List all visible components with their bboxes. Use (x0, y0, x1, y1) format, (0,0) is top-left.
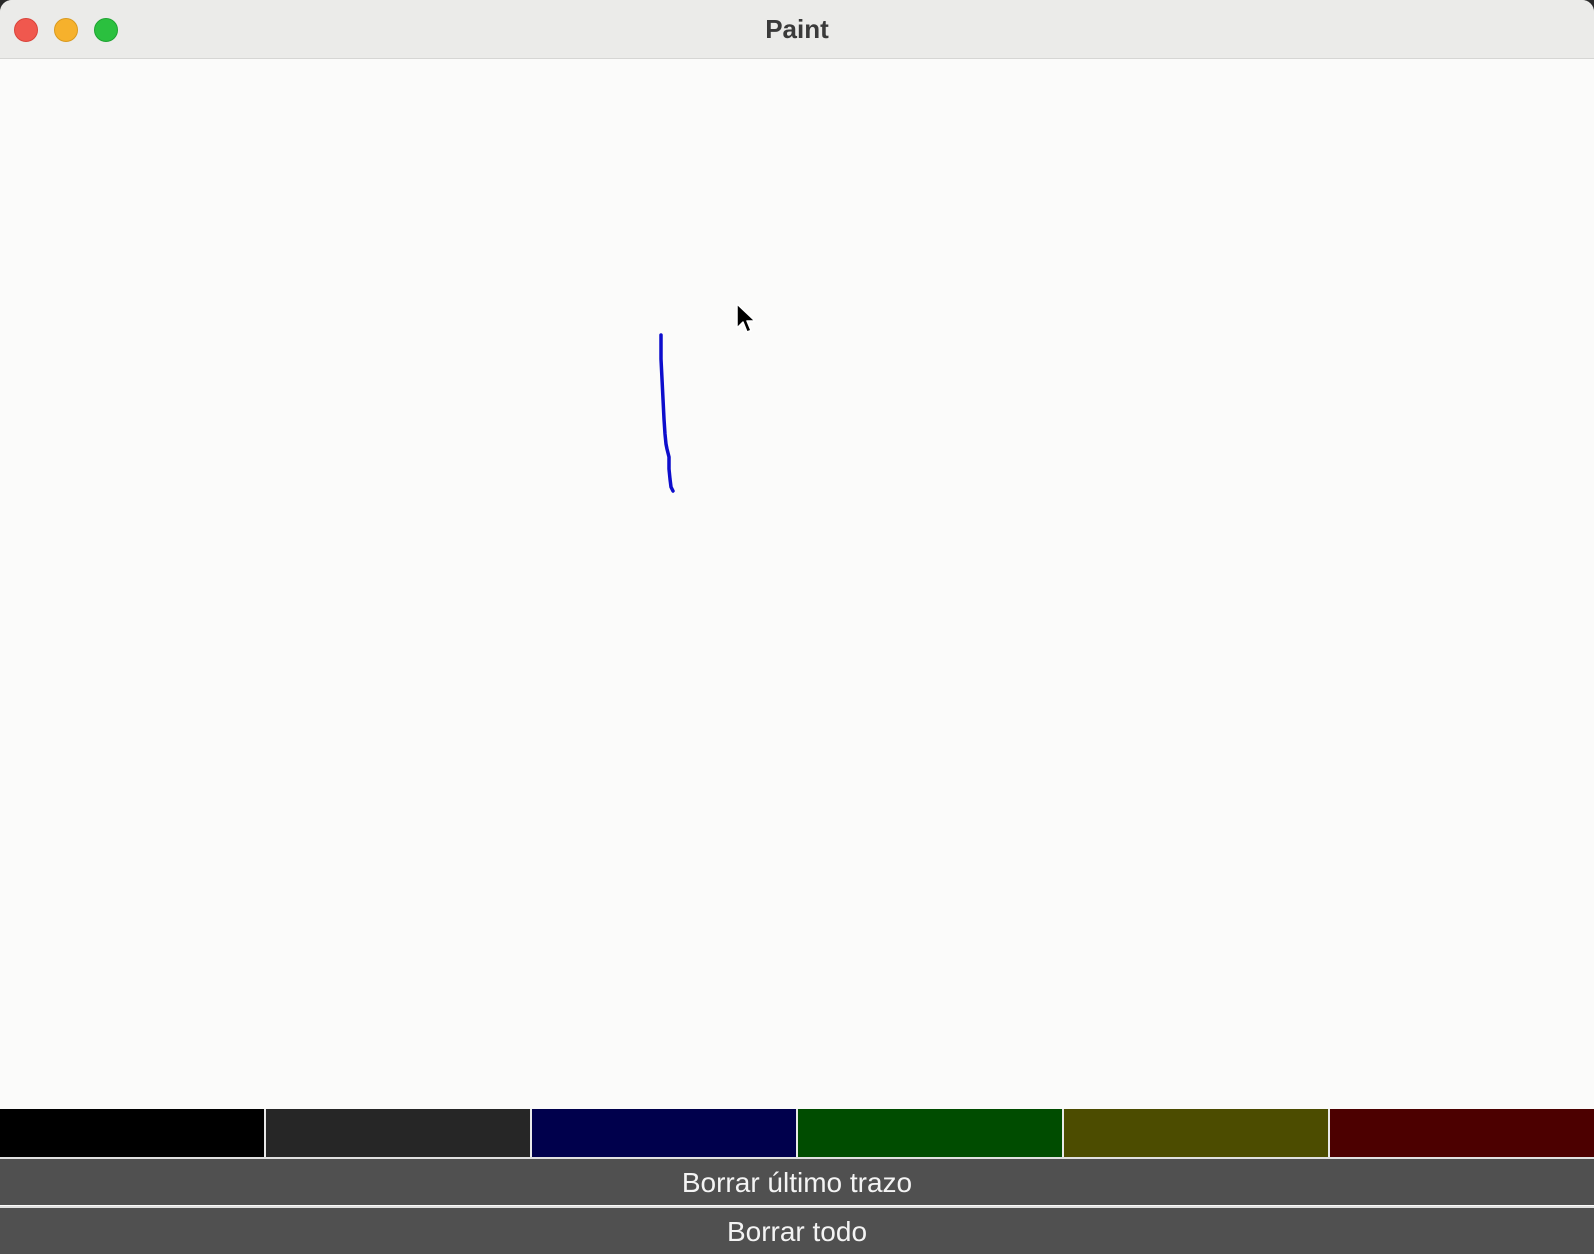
title-bar: Paint (0, 0, 1594, 59)
color-swatch-olive[interactable] (1064, 1109, 1330, 1157)
color-swatch-maroon[interactable] (1330, 1109, 1594, 1157)
canvas-surface (659, 333, 675, 493)
color-swatch-black[interactable] (0, 1109, 266, 1157)
undo-last-stroke-button[interactable]: Borrar último trazo (0, 1157, 1594, 1205)
drawn-stroke (659, 333, 675, 493)
window-title: Paint (765, 14, 829, 44)
color-swatch-dark-gray[interactable] (266, 1109, 532, 1157)
clear-all-button[interactable]: Borrar todo (0, 1206, 1594, 1254)
drawing-canvas[interactable] (0, 59, 1594, 1109)
color-palette (0, 1109, 1594, 1157)
color-swatch-navy[interactable] (532, 1109, 798, 1157)
color-swatch-dark-green[interactable] (798, 1109, 1064, 1157)
paint-window: Paint Borrar último trazo Borrar todo (0, 0, 1594, 1254)
